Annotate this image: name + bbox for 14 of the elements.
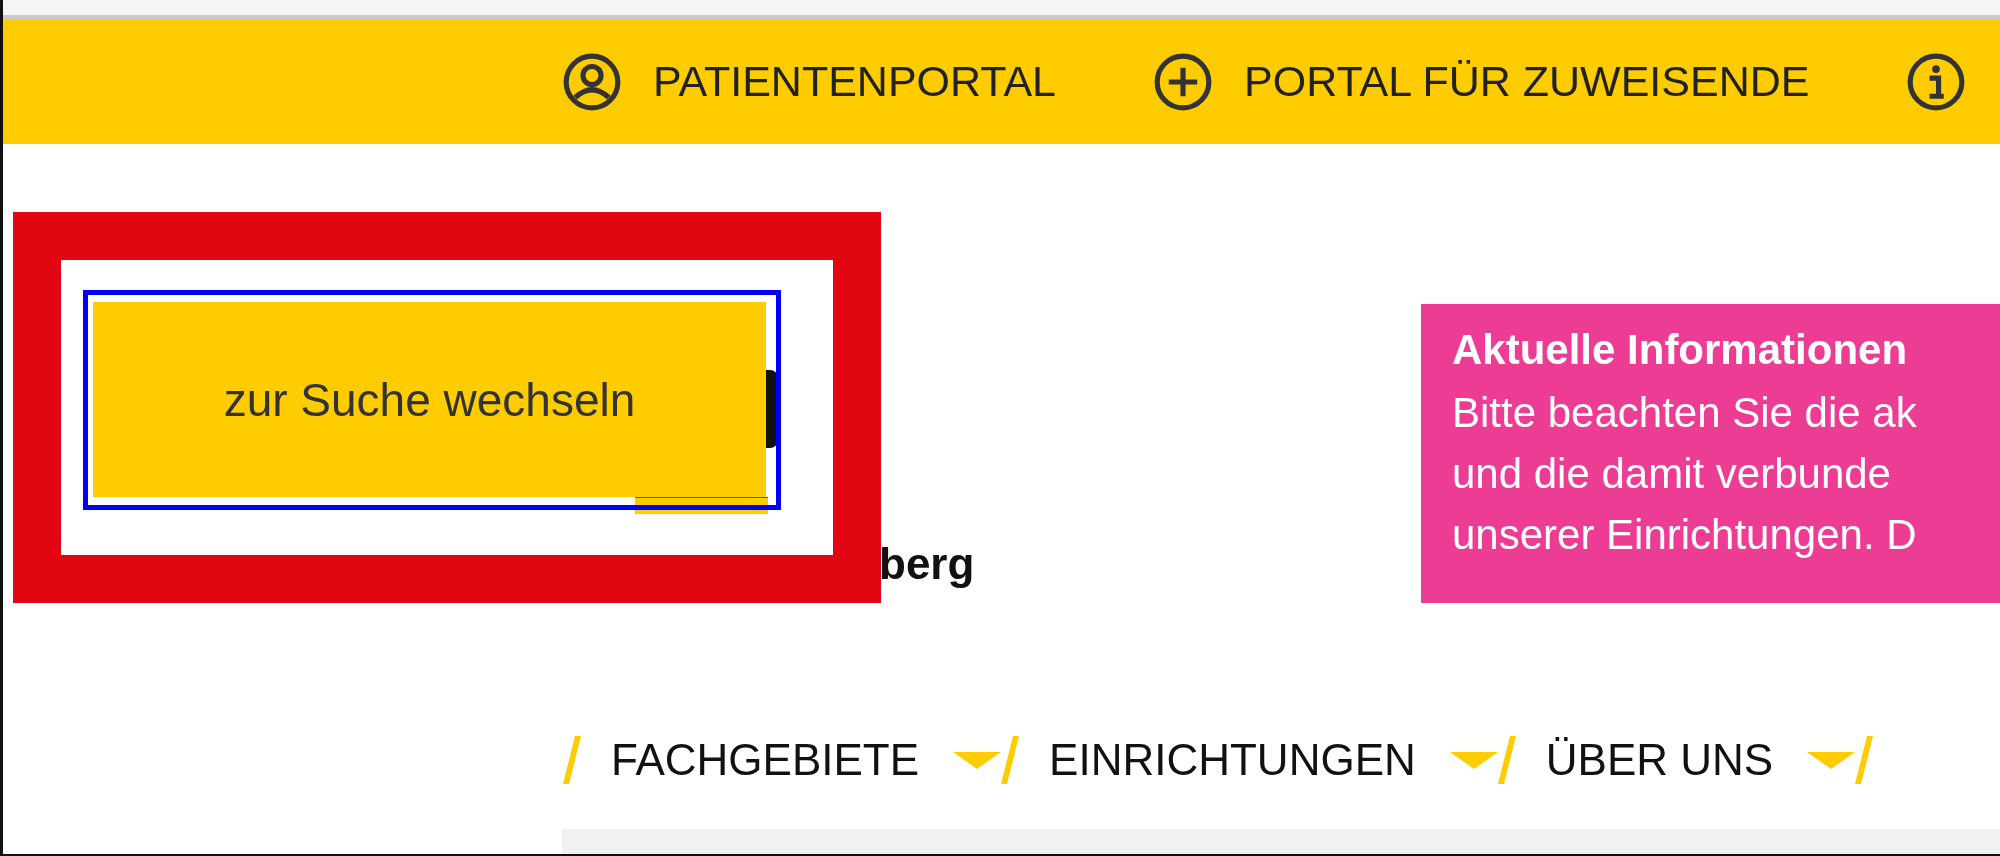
nav-link[interactable]: FACHGEBIETE (611, 735, 920, 785)
notice-text: Bitte beachten Sie die ak (1452, 388, 1918, 438)
notice-title: Aktuelle Informationen (1452, 326, 1909, 374)
caret-icon[interactable] (953, 750, 1002, 770)
caret-icon[interactable] (1807, 750, 1856, 770)
top-link[interactable]: PORTAL FÜR ZUWEISENDE (1152, 50, 1810, 113)
nav-link[interactable]: ÜBER UNS (1545, 735, 1774, 785)
top-link[interactable]: PATIENTENPORTAL (561, 50, 1056, 113)
notice-text: und die damit verbunde (1452, 449, 1892, 499)
notice-text: unserer Einrichtungen. D (1452, 510, 1918, 560)
heading-text: berg (879, 539, 975, 589)
nav-link[interactable]: EINRICHTUNGEN (1049, 735, 1416, 785)
search-toggle-button[interactable]: zur Suche wechseln (93, 302, 766, 497)
caret-icon[interactable] (1449, 750, 1498, 770)
